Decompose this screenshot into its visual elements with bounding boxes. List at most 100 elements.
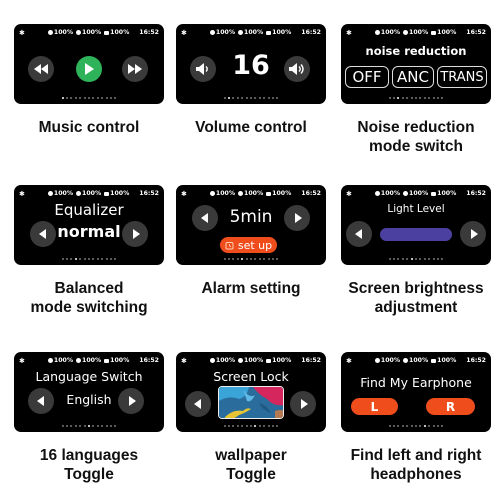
page-dot[interactable] <box>228 258 231 260</box>
page-dot[interactable] <box>401 258 404 260</box>
find-left-button[interactable]: L <box>351 398 398 415</box>
page-dot-active[interactable] <box>74 258 77 260</box>
page-dot[interactable] <box>83 258 86 260</box>
play-button[interactable] <box>76 56 102 82</box>
page-dot[interactable] <box>415 425 417 427</box>
page-dot[interactable] <box>66 97 69 99</box>
page-dot-active[interactable] <box>88 425 90 427</box>
page-dot[interactable] <box>406 258 409 260</box>
page-dot[interactable] <box>88 97 90 99</box>
noise-anc-button[interactable]: ANC <box>392 66 434 88</box>
page-dot[interactable] <box>267 97 270 99</box>
page-dot[interactable] <box>263 425 266 427</box>
page-dot[interactable] <box>70 97 73 99</box>
page-dot[interactable] <box>114 425 117 427</box>
page-dot[interactable] <box>388 425 391 427</box>
page-dot[interactable] <box>436 97 439 99</box>
page-dot[interactable] <box>276 258 279 260</box>
page-dot-active[interactable] <box>410 258 413 260</box>
page-dot[interactable] <box>267 425 270 427</box>
page-dot[interactable] <box>271 425 274 427</box>
page-dot[interactable] <box>276 97 279 99</box>
page-dot[interactable] <box>254 97 257 99</box>
page-dot[interactable] <box>419 97 422 99</box>
page-dot[interactable] <box>397 425 400 427</box>
page-dot[interactable] <box>410 425 413 427</box>
page-dot[interactable] <box>406 97 409 99</box>
find-right-button[interactable]: R <box>426 398 475 415</box>
page-dot-active[interactable] <box>228 97 231 99</box>
page-dot[interactable] <box>105 97 108 99</box>
increase-brightness-button[interactable] <box>460 221 486 247</box>
page-dot[interactable] <box>61 258 64 260</box>
page-dot[interactable] <box>232 425 235 427</box>
page-dot[interactable] <box>114 258 117 260</box>
page-dot[interactable] <box>428 97 431 99</box>
page-dot[interactable] <box>101 258 104 260</box>
page-dot[interactable] <box>70 425 73 427</box>
page-dot[interactable] <box>441 258 444 260</box>
page-dot[interactable] <box>250 425 252 427</box>
page-dot[interactable] <box>74 97 77 99</box>
page-dot[interactable] <box>254 258 257 260</box>
page-dot[interactable] <box>267 258 270 260</box>
page-dot[interactable] <box>245 97 248 99</box>
page-dot[interactable] <box>101 425 104 427</box>
page-dot[interactable] <box>236 97 239 99</box>
page-dot-active[interactable] <box>423 425 426 427</box>
page-dot[interactable] <box>241 97 244 99</box>
page-dot[interactable] <box>410 97 413 99</box>
noise-trans-button[interactable]: TRANS <box>437 66 487 88</box>
page-dot[interactable] <box>223 97 226 99</box>
page-dot-active[interactable] <box>397 97 400 99</box>
page-dot[interactable] <box>79 97 82 99</box>
page-dot[interactable] <box>250 258 252 260</box>
page-dot[interactable] <box>388 97 391 99</box>
page-dot[interactable] <box>74 425 77 427</box>
page-dot[interactable] <box>258 425 261 427</box>
page-dot[interactable] <box>276 425 279 427</box>
page-dot[interactable] <box>66 258 69 260</box>
page-dot[interactable] <box>114 97 117 99</box>
page-dot[interactable] <box>79 425 82 427</box>
page-dot[interactable] <box>96 425 99 427</box>
next-language-button[interactable] <box>118 388 144 414</box>
page-dot[interactable] <box>96 258 99 260</box>
noise-off-button[interactable]: OFF <box>345 66 389 88</box>
page-dot[interactable] <box>92 97 95 99</box>
alarm-setup-button[interactable]: set up <box>220 237 277 253</box>
previous-wallpaper-button[interactable] <box>185 391 211 417</box>
page-dot[interactable] <box>415 97 417 99</box>
page-dot[interactable] <box>397 258 400 260</box>
page-dot[interactable] <box>83 97 86 99</box>
page-dot[interactable] <box>393 258 396 260</box>
page-dot[interactable] <box>432 425 435 427</box>
page-dot-active[interactable] <box>241 258 244 260</box>
page-dot[interactable] <box>83 425 86 427</box>
page-dot[interactable] <box>258 258 261 260</box>
page-dot[interactable] <box>441 97 444 99</box>
page-dot[interactable] <box>271 258 274 260</box>
page-dot[interactable] <box>388 258 391 260</box>
next-button[interactable] <box>284 205 310 231</box>
page-dot[interactable] <box>419 258 422 260</box>
page-dot[interactable] <box>393 425 396 427</box>
page-dot[interactable] <box>66 425 69 427</box>
page-dot[interactable] <box>419 425 422 427</box>
decrease-brightness-button[interactable] <box>346 221 372 247</box>
page-dot[interactable] <box>236 258 239 260</box>
page-dot[interactable] <box>232 97 235 99</box>
page-dot[interactable] <box>432 97 435 99</box>
page-dot[interactable] <box>223 425 226 427</box>
page-dot[interactable] <box>436 425 439 427</box>
page-dot-active[interactable] <box>254 425 257 427</box>
page-dot[interactable] <box>271 97 274 99</box>
page-dot[interactable] <box>263 97 266 99</box>
next-button[interactable] <box>122 221 148 247</box>
page-dot[interactable] <box>105 258 108 260</box>
page-dot[interactable] <box>228 425 231 427</box>
page-dot[interactable] <box>92 425 95 427</box>
page-dot[interactable] <box>241 425 244 427</box>
page-dot[interactable] <box>436 258 439 260</box>
page-dot[interactable] <box>245 258 248 260</box>
